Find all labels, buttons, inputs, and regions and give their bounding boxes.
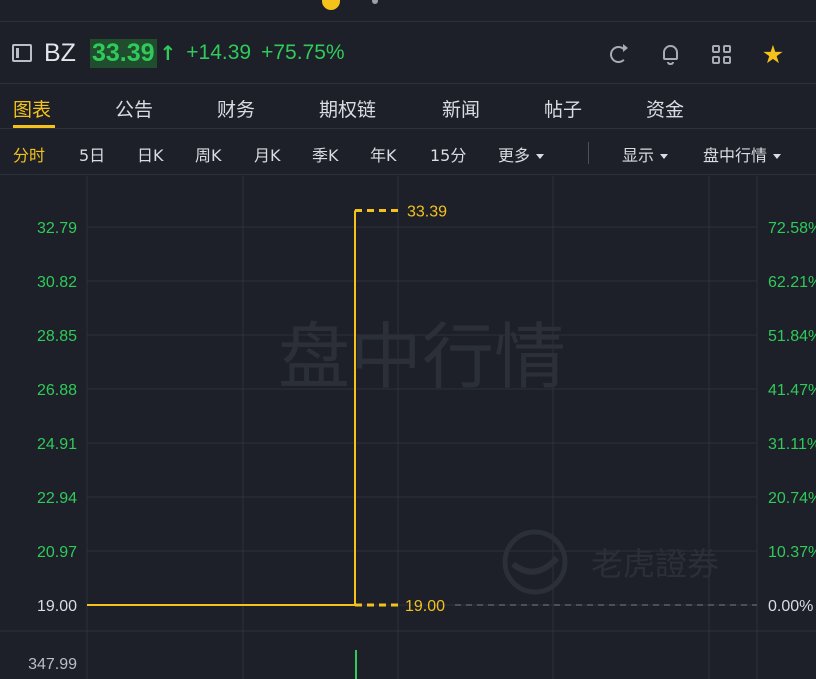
brand-watermark: 老虎證券 — [591, 545, 719, 583]
bell-icon[interactable] — [658, 42, 684, 68]
chevron-down-icon — [773, 154, 782, 159]
y-axis-tick-left: 20.97 — [37, 544, 77, 561]
y-axis-tick-left: 22.94 — [37, 490, 77, 507]
grid-icon[interactable] — [709, 42, 735, 68]
y-axis-tick-right: 51.84% — [768, 328, 816, 345]
tiger-logo-icon — [502, 529, 568, 595]
more-label: 更多 — [498, 146, 531, 165]
period-intraday[interactable]: 分时 — [13, 142, 45, 166]
tab-capital-flow[interactable]: 资金 — [646, 95, 684, 122]
tab-announcements[interactable]: 公告 — [115, 95, 153, 122]
y-axis-tick-left: 32.79 — [37, 220, 77, 237]
tab-posts[interactable]: 帖子 — [544, 95, 582, 122]
y-axis-tick-right: 10.37% — [768, 544, 816, 561]
ticker-symbol: BZ — [44, 38, 76, 67]
chevron-down-icon — [536, 154, 545, 159]
logo-stripe — [511, 555, 560, 575]
price-change: +14.39 — [186, 41, 252, 64]
intraday-quote-dropdown[interactable]: 盘中行情 — [703, 142, 782, 166]
price-line — [87, 210, 356, 606]
y-axis-tick-right: 41.47% — [768, 382, 816, 399]
divider — [588, 142, 589, 164]
top-strip — [0, 0, 816, 22]
quote-summary: BZ 33.39 ↑ +14.39 +75.75% — [12, 38, 355, 68]
chart-labels: 33.39 19.00 — [405, 204, 447, 615]
intraday-quote-label: 盘中行情 — [703, 146, 768, 165]
tab-chart[interactable]: 图表 — [13, 95, 51, 122]
display-dropdown[interactable]: 显示 — [622, 142, 669, 166]
y-axis-tick-right: 0.00% — [768, 598, 813, 615]
price-change-percent: +75.75% — [261, 41, 345, 64]
y-axis-tick-right: 62.21% — [768, 274, 816, 291]
refresh-icon[interactable] — [606, 42, 632, 68]
low-price-label: 19.00 — [405, 598, 445, 615]
tab-options-chain[interactable]: 期权链 — [319, 95, 376, 122]
y-axis-tick-right: 72.58% — [768, 220, 816, 237]
panel-icon[interactable] — [812, 42, 816, 68]
chart-watermarks: 盘中行情老虎證券 — [278, 315, 719, 595]
y-axis-tick-left: 24.91 — [37, 436, 77, 453]
y-axis-tick-right: 20.74% — [768, 490, 816, 507]
mark-icon — [372, 0, 378, 4]
period-weekly[interactable]: 周K — [195, 142, 222, 166]
last-price: 33.39 — [89, 38, 157, 68]
period-monthly[interactable]: 月K — [254, 142, 281, 166]
quote-header: BZ 33.39 ↑ +14.39 +75.75% ★ — [0, 22, 816, 84]
period-5day[interactable]: 5日 — [79, 142, 105, 166]
chart-canvas: 盘中行情老虎證券 32.79 30.82 28.85 26.88 24.91 22.94 2… — [0, 176, 816, 679]
period-15min[interactable]: 15分 — [430, 142, 466, 166]
period-yearly[interactable]: 年K — [370, 142, 397, 166]
period-quarterly[interactable]: 季K — [312, 142, 339, 166]
y-axis-tick-right: 31.11% — [768, 436, 816, 453]
y-axis-tick-left: 19.00 — [37, 598, 77, 615]
star-icon[interactable]: ★ — [760, 42, 786, 68]
y-axis-tick-left: 30.82 — [37, 274, 77, 291]
period-selector: 分时 5日 日K 周K 月K 季K 年K 15分 更多 显示 盘中行情 — [0, 130, 816, 175]
high-price-label: 33.39 — [407, 204, 447, 221]
main-tabs: 图表 公告 财务 期权链 新闻 帖子 资金 — [0, 85, 816, 129]
up-arrow-icon: ↑ — [159, 41, 177, 65]
active-tab-indicator — [13, 125, 55, 128]
volume-max-label: 347.99 — [28, 656, 77, 673]
intraday-watermark: 盘中行情 — [278, 315, 566, 399]
display-label: 显示 — [622, 146, 655, 165]
tab-financials[interactable]: 财务 — [217, 95, 255, 122]
panel-toggle-icon[interactable] — [12, 44, 32, 62]
y-axis-tick-left: 26.88 — [37, 382, 77, 399]
intraday-chart[interactable]: 盘中行情老虎證券 32.79 30.82 28.85 26.88 24.91 22.94 2… — [0, 176, 816, 679]
more-dropdown[interactable]: 更多 — [498, 142, 545, 166]
period-daily[interactable]: 日K — [137, 142, 164, 166]
chevron-down-icon — [660, 154, 669, 159]
tab-news[interactable]: 新闻 — [442, 95, 480, 122]
status-dot-icon — [322, 0, 340, 10]
y-axis-tick-left: 28.85 — [37, 328, 77, 345]
